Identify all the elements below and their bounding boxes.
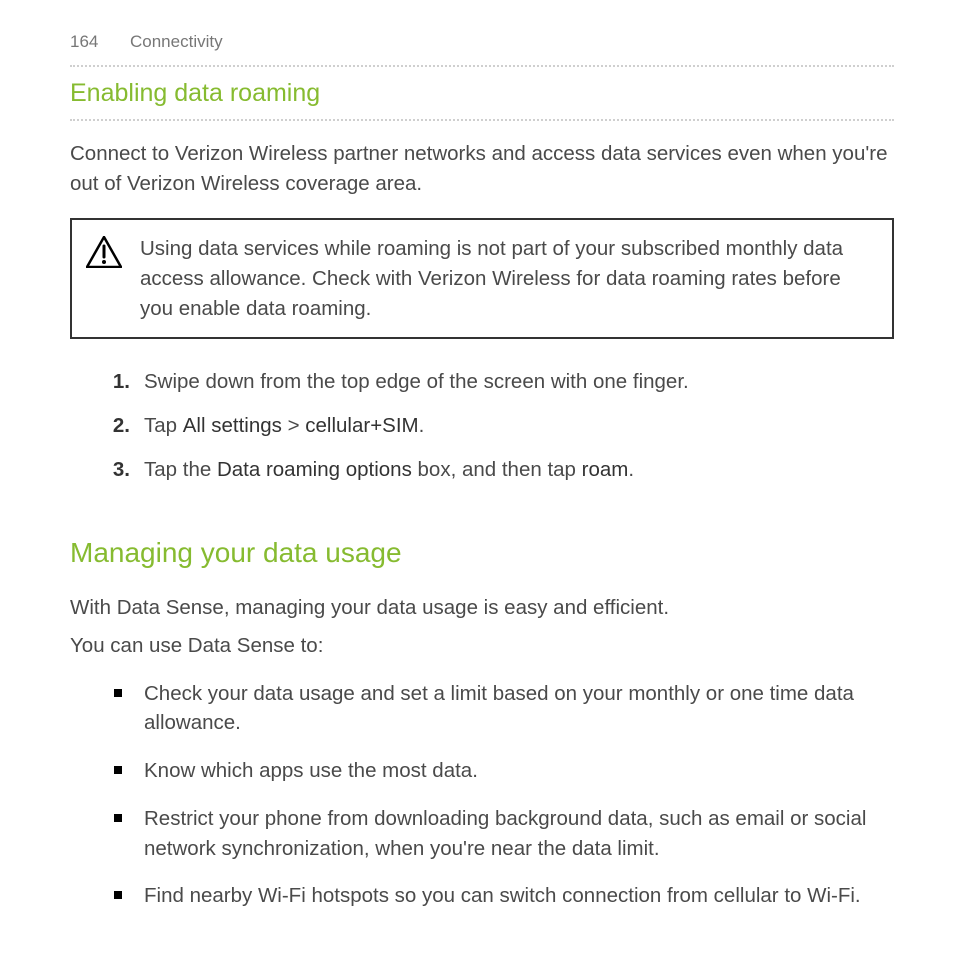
- list-item: Restrict your phone from downloading bac…: [100, 804, 894, 863]
- warning-icon: [86, 236, 122, 277]
- section-heading-enabling-roaming: Enabling data roaming: [70, 75, 894, 111]
- page-number: 164: [70, 30, 100, 55]
- ui-strong: Data roaming options: [217, 458, 412, 481]
- step-text-part: Tap the: [144, 458, 217, 481]
- bullet-list: Check your data usage and set a limit ba…: [100, 679, 894, 911]
- paragraph: With Data Sense, managing your data usag…: [70, 593, 894, 623]
- list-item: Find nearby Wi-Fi hotspots so you can sw…: [100, 881, 894, 911]
- divider: [70, 65, 894, 67]
- list-item: Check your data usage and set a limit ba…: [100, 679, 894, 738]
- step-text-part: .: [628, 458, 634, 481]
- ui-strong: roam: [582, 458, 629, 481]
- step-item: Swipe down from the top edge of the scre…: [100, 367, 894, 397]
- step-item: Tap the Data roaming options box, and th…: [100, 455, 894, 485]
- list-item-text: Know which apps use the most data.: [144, 759, 478, 782]
- list-item-text: Check your data usage and set a limit ba…: [144, 682, 854, 735]
- ui-strong: All settings: [183, 414, 282, 437]
- paragraph: You can use Data Sense to:: [70, 631, 894, 661]
- document-page: 164 Connectivity Enabling data roaming C…: [0, 0, 954, 969]
- chapter-title: Connectivity: [130, 30, 223, 55]
- page-header: 164 Connectivity: [70, 30, 894, 55]
- list-item-text: Restrict your phone from downloading bac…: [144, 807, 866, 860]
- intro-paragraph: Connect to Verizon Wireless partner netw…: [70, 139, 894, 198]
- list-item-text: Find nearby Wi-Fi hotspots so you can sw…: [144, 884, 861, 907]
- step-item: Tap All settings > cellular+SIM.: [100, 411, 894, 441]
- step-text-part: .: [419, 414, 425, 437]
- step-text-part: Tap: [144, 414, 183, 437]
- divider: [70, 119, 894, 121]
- step-text-part: box, and then tap: [412, 458, 582, 481]
- ui-strong: cellular+SIM: [305, 414, 418, 437]
- list-item: Know which apps use the most data.: [100, 756, 894, 786]
- step-text-part: >: [282, 414, 305, 437]
- steps-list: Swipe down from the top edge of the scre…: [100, 367, 894, 484]
- warning-text: Using data services while roaming is not…: [140, 234, 874, 323]
- section-heading-data-usage: Managing your data usage: [70, 533, 894, 574]
- step-text: Swipe down from the top edge of the scre…: [144, 370, 689, 393]
- warning-callout: Using data services while roaming is not…: [70, 218, 894, 339]
